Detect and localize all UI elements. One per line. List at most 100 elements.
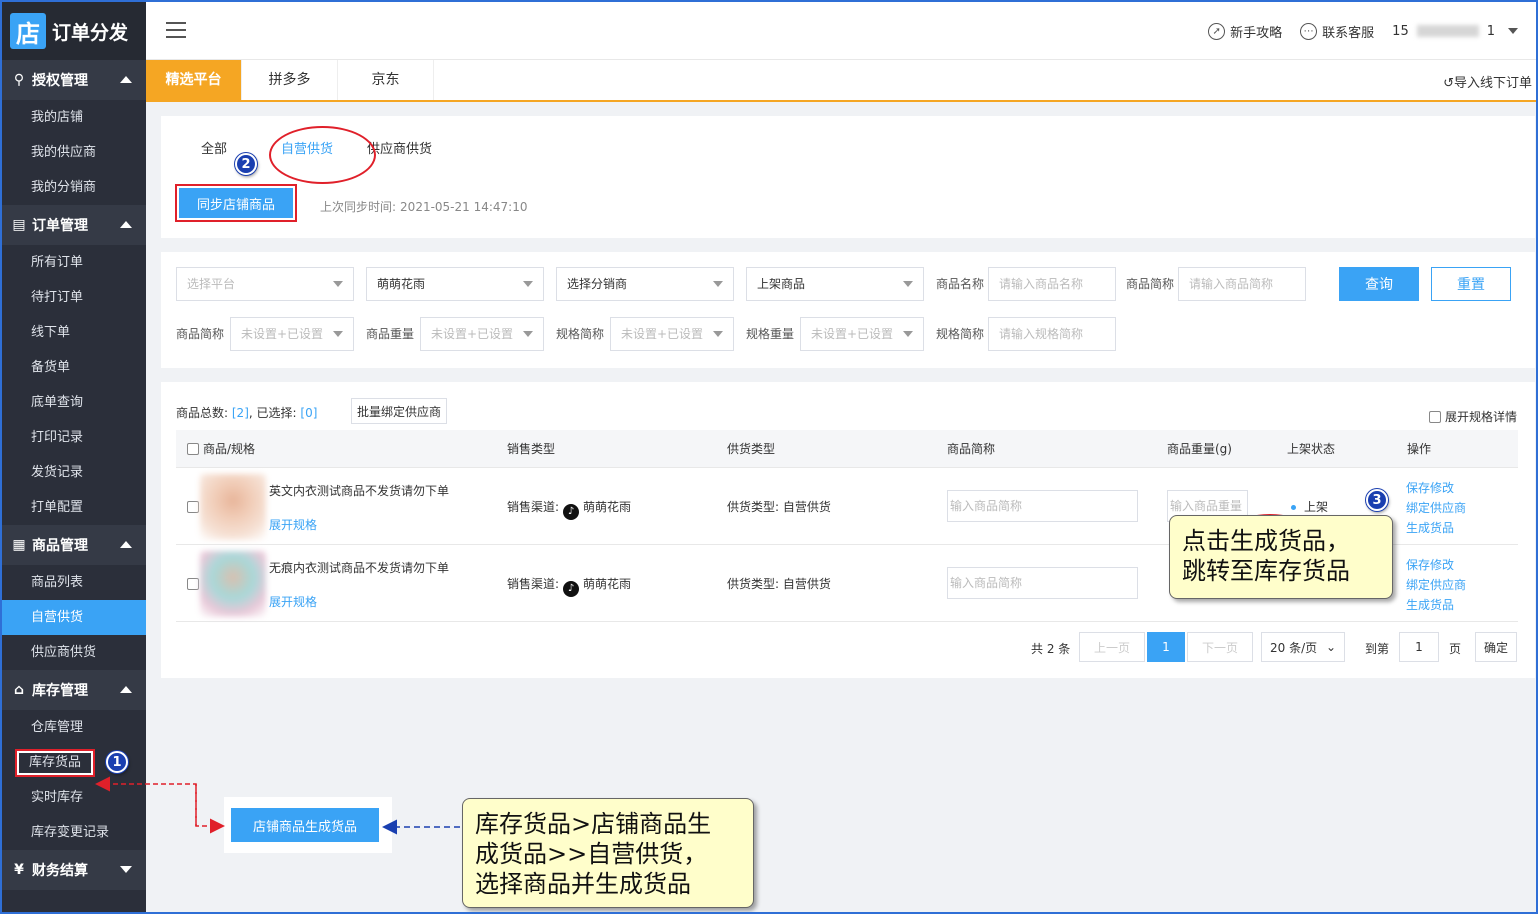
platform-select[interactable]: 选择平台 bbox=[176, 267, 354, 301]
platform-select-value: 选择平台 bbox=[187, 277, 236, 291]
expand-spec-link[interactable]: 展开规格 bbox=[269, 593, 317, 610]
channel-name: 萌萌花雨 bbox=[583, 577, 632, 591]
save-changes-link[interactable]: 保存修改 bbox=[1406, 478, 1466, 498]
user-icon: ⚲ bbox=[13, 72, 25, 88]
sidebar-item-supplier-supply[interactable]: 供应商供货 bbox=[2, 635, 146, 670]
tab-pinduoduo[interactable]: 拼多多 bbox=[242, 60, 338, 100]
generate-goods-link[interactable]: 生成货品 bbox=[1406, 595, 1466, 615]
callout-text: 库存货品>店铺商品生 bbox=[475, 810, 712, 838]
confirm-page-button[interactable]: 确定 bbox=[1475, 632, 1517, 662]
row-actions: 保存修改 绑定供应商 生成货品 bbox=[1406, 478, 1466, 538]
prev-page-button[interactable]: 上一页 bbox=[1079, 632, 1145, 662]
top-links: ➚ 新手攻略 ⋯ 联系客服 15 1 bbox=[1208, 2, 1518, 60]
product-name-input[interactable]: 请输入商品名称 bbox=[988, 267, 1116, 301]
header-actions: 操作 bbox=[1407, 442, 1432, 456]
sidebar-item-all-orders[interactable]: 所有订单 bbox=[2, 245, 146, 280]
generate-goods-link[interactable]: 生成货品 bbox=[1406, 518, 1466, 538]
sidebar-item-print-config[interactable]: 打单配置 bbox=[2, 490, 146, 525]
product-thumbnail bbox=[200, 474, 266, 540]
goto-page-input[interactable]: 1 bbox=[1399, 632, 1439, 662]
sidebar-item-realtime-stock[interactable]: 实时库存 bbox=[2, 780, 146, 815]
user-menu[interactable]: 15 1 bbox=[1392, 24, 1518, 39]
sidebar-item-my-shops[interactable]: 我的店铺 bbox=[2, 100, 146, 135]
guide-link[interactable]: ➚ 新手攻略 bbox=[1208, 22, 1282, 41]
nav-group-inventory[interactable]: ⌂ 库存管理 bbox=[2, 670, 146, 710]
last-sync-value: 2021-05-21 14:47:10 bbox=[400, 200, 528, 214]
expand-spec-link[interactable]: 展开规格 bbox=[269, 516, 317, 533]
page-size-select[interactable]: 20 条/页 ⌄ bbox=[1261, 632, 1345, 662]
sidebar-item-stock-change-log[interactable]: 库存变更记录 bbox=[2, 815, 146, 850]
tab-supplier-supply[interactable]: 供应商供货 bbox=[367, 138, 432, 157]
page-button-current[interactable]: 1 bbox=[1147, 632, 1185, 662]
shop-select[interactable]: 萌萌花雨 bbox=[366, 267, 544, 301]
sidebar-item-ship-records[interactable]: 发货记录 bbox=[2, 455, 146, 490]
short-name-input[interactable]: 输入商品简称 bbox=[947, 490, 1138, 522]
tab-all[interactable]: 全部 bbox=[201, 138, 227, 157]
sidebar-item-my-distributors[interactable]: 我的分销商 bbox=[2, 170, 146, 205]
expand-spec-checkbox[interactable] bbox=[1428, 410, 1441, 423]
query-button[interactable]: 查询 bbox=[1339, 267, 1419, 301]
sync-shop-products-button[interactable]: 同步店铺商品 bbox=[175, 184, 297, 222]
support-label: 联系客服 bbox=[1322, 25, 1375, 41]
row-checkbox[interactable] bbox=[187, 578, 199, 590]
bind-supplier-link[interactable]: 绑定供应商 bbox=[1406, 498, 1466, 518]
sidebar-item-pending-orders[interactable]: 待打订单 bbox=[2, 280, 146, 315]
spec-short-filter-label: 规格简称 bbox=[556, 327, 605, 341]
nav-group-finance[interactable]: ¥ 财务结算 bbox=[2, 850, 146, 890]
chevron-down-icon bbox=[523, 331, 533, 337]
header-sale-type: 销售类型 bbox=[507, 442, 556, 456]
chevron-down-icon bbox=[713, 281, 723, 287]
tab-jd[interactable]: 京东 bbox=[338, 60, 434, 100]
shop-products-generate-goods-button[interactable]: 店铺商品生成货品 bbox=[231, 808, 379, 842]
nav-group-auth[interactable]: ⚲ 授权管理 bbox=[2, 60, 146, 100]
sidebar-item-offline-orders[interactable]: 线下单 bbox=[2, 315, 146, 350]
distributor-select[interactable]: 选择分销商 bbox=[556, 267, 734, 301]
chevron-down-icon: ⌄ bbox=[1325, 640, 1336, 654]
bind-supplier-link[interactable]: 绑定供应商 bbox=[1406, 575, 1466, 595]
brand-name: 订单分发 bbox=[52, 21, 129, 44]
select-all[interactable]: 商品/规格 bbox=[187, 430, 255, 468]
sidebar-item-self-supply[interactable]: 自营供货 bbox=[2, 600, 146, 635]
row-checkbox[interactable] bbox=[187, 501, 199, 513]
sidebar-item-receipt-query[interactable]: 底单查询 bbox=[2, 385, 146, 420]
spec-abbr-input[interactable]: 请输入规格简称 bbox=[988, 317, 1116, 351]
spec-weight-filter-select[interactable]: 未设置+已设置 bbox=[800, 317, 924, 351]
expand-spec-label: 展开规格详情 bbox=[1444, 410, 1517, 424]
support-link[interactable]: ⋯ 联系客服 bbox=[1300, 22, 1374, 41]
compass-icon: ➚ bbox=[1208, 22, 1226, 40]
product-short-input[interactable]: 请输入商品简称 bbox=[1178, 267, 1306, 301]
callout-text: 成货品>>自营供货， bbox=[475, 840, 708, 868]
sidebar-item-warehouse[interactable]: 仓库管理 bbox=[2, 710, 146, 745]
short-name-input[interactable]: 输入商品简称 bbox=[947, 567, 1138, 599]
guide-label: 新手攻略 bbox=[1230, 25, 1283, 41]
nav-group-orders[interactable]: ▤ 订单管理 bbox=[2, 205, 146, 245]
save-changes-link[interactable]: 保存修改 bbox=[1406, 555, 1466, 575]
short-filter-select[interactable]: 未设置+已设置 bbox=[230, 317, 354, 351]
selected-count: [0] bbox=[300, 406, 318, 420]
callout-generate-goods: 点击生成货品， 跳转至库存货品 bbox=[1169, 515, 1393, 599]
nav-group-products[interactable]: ▦ 商品管理 bbox=[2, 525, 146, 565]
reset-button[interactable]: 重置 bbox=[1431, 267, 1511, 301]
listing-select[interactable]: 上架商品 bbox=[746, 267, 924, 301]
status-dot bbox=[1291, 505, 1296, 510]
batch-bind-supplier-button[interactable]: 批量绑定供应商 bbox=[351, 398, 447, 424]
import-offline-orders-link[interactable]: ↺导入线下订单 bbox=[1443, 72, 1532, 91]
spec-short-filter-select[interactable]: 未设置+已设置 bbox=[610, 317, 734, 351]
weight-filter-select[interactable]: 未设置+已设置 bbox=[420, 317, 544, 351]
next-page-button[interactable]: 下一页 bbox=[1187, 632, 1253, 662]
header-status: 上架状态 bbox=[1287, 442, 1336, 456]
header-supply-type: 供货类型 bbox=[727, 442, 776, 456]
chevron-down-icon bbox=[903, 331, 913, 337]
chevron-down-icon bbox=[523, 281, 533, 287]
sidebar-item-stock-orders[interactable]: 备货单 bbox=[2, 350, 146, 385]
sidebar-item-my-suppliers[interactable]: 我的供应商 bbox=[2, 135, 146, 170]
menu-collapse-icon[interactable] bbox=[166, 22, 186, 38]
sidebar-item-print-records[interactable]: 打印记录 bbox=[2, 420, 146, 455]
sidebar-item-product-list[interactable]: 商品列表 bbox=[2, 565, 146, 600]
sale-channel: 销售渠道: ♪ 萌萌花雨 bbox=[507, 498, 631, 520]
listing-status: 上架 bbox=[1291, 498, 1328, 515]
caret-up-icon bbox=[120, 221, 132, 228]
select-all-checkbox[interactable] bbox=[187, 443, 199, 455]
expand-spec-details[interactable]: 展开规格详情 bbox=[1428, 408, 1517, 425]
tab-featured-platform[interactable]: 精选平台 bbox=[146, 60, 242, 100]
